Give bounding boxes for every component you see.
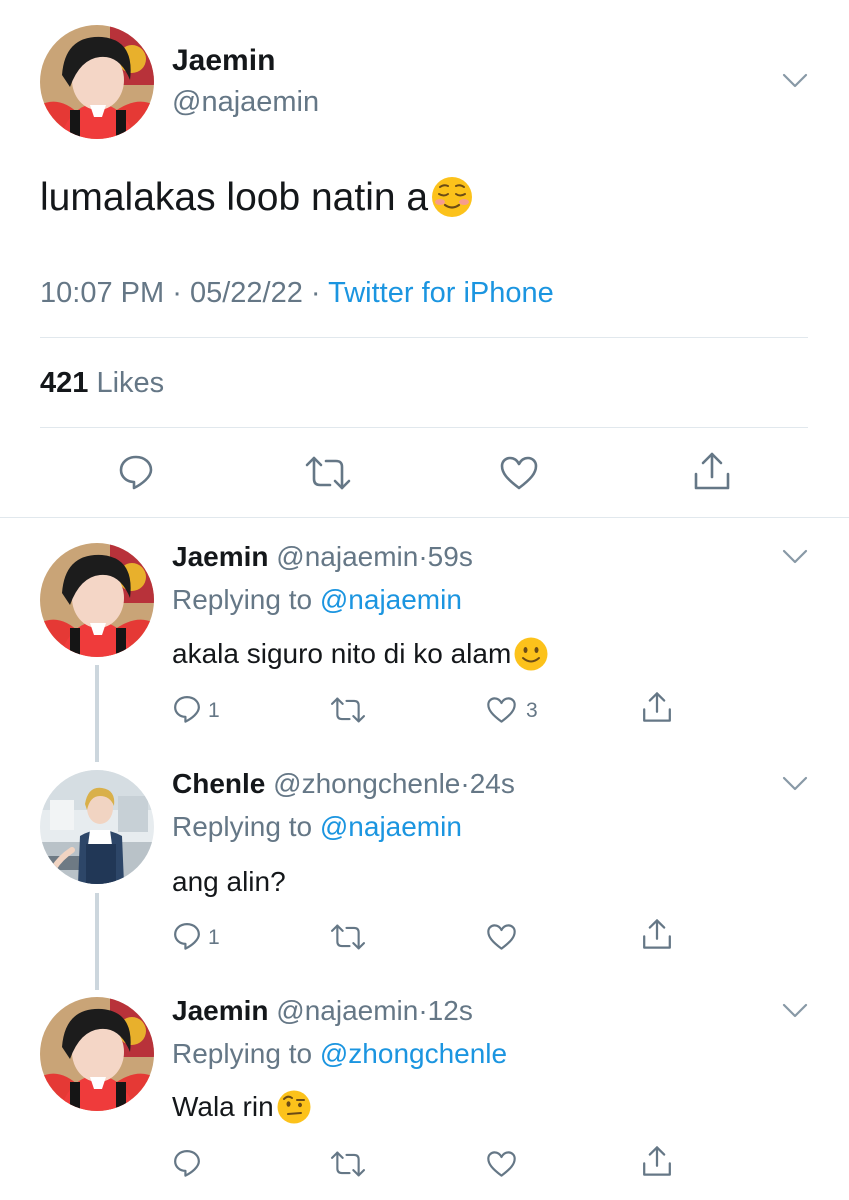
reply-header: Chenle @zhongchenle·24s <box>172 768 515 800</box>
divider <box>40 337 808 338</box>
likes-count: 421 <box>40 367 89 399</box>
likes-summary[interactable]: 421 Likes <box>40 367 164 400</box>
chevron-down-icon[interactable] <box>782 1003 808 1019</box>
divider <box>40 427 808 428</box>
replying-to-handle[interactable]: @zhongchenle <box>320 1038 507 1069</box>
replying-to: Replying to @najaemin <box>172 584 462 616</box>
meta-separator: · <box>310 277 321 309</box>
reply-text: akala siguro nito di ko alam <box>172 637 549 672</box>
meta-separator: · <box>460 768 470 799</box>
reply-age: 12s <box>427 995 473 1026</box>
meta-separator: · <box>172 277 182 309</box>
reply-author-avatar[interactable] <box>40 997 154 1111</box>
reply-icon[interactable] <box>172 921 202 951</box>
reply-age: 59s <box>427 541 473 572</box>
reply-text-body: ang alin? <box>172 866 286 897</box>
share-icon[interactable] <box>641 1144 673 1178</box>
reply-header: Jaemin @najaemin·12s <box>172 995 473 1027</box>
reply-author-handle[interactable]: @najaemin <box>276 995 418 1026</box>
reply-author-name[interactable]: Chenle <box>172 768 265 799</box>
reply-icon[interactable] <box>172 1148 202 1178</box>
tweet-source-link[interactable]: Twitter for iPhone <box>328 277 554 309</box>
retweet-icon[interactable] <box>329 923 367 951</box>
chevron-down-icon[interactable] <box>782 776 808 792</box>
thread-line <box>95 893 99 990</box>
retweet-icon[interactable] <box>329 1150 367 1178</box>
like-heart-icon[interactable] <box>486 923 517 951</box>
tweet-time: 10:07 PM <box>40 277 165 309</box>
retweet-icon[interactable] <box>303 455 353 491</box>
reply-count: 1 <box>208 699 220 722</box>
replying-to-label: Replying to <box>172 1038 320 1069</box>
reply-author-handle[interactable]: @najaemin <box>276 541 418 572</box>
replying-to: Replying to @najaemin <box>172 811 462 843</box>
tweet-date: 05/22/22 <box>189 277 303 309</box>
reply-age: 24s <box>469 768 515 799</box>
share-icon[interactable] <box>641 917 673 951</box>
like-count: 3 <box>526 699 538 722</box>
like-heart-icon[interactable] <box>486 696 517 724</box>
reply-author-handle[interactable]: @zhongchenle <box>273 768 460 799</box>
relieved-face-emoji-icon <box>432 176 473 217</box>
divider <box>0 517 849 518</box>
replying-to: Replying to @zhongchenle <box>172 1038 507 1070</box>
main-tweet-meta: 10:07 PM · 05/22/22 · Twitter for iPhone <box>40 277 554 310</box>
main-tweet-text: lumalakas loob natin a <box>40 176 474 220</box>
reply-text-body: akala siguro nito di ko alam <box>172 638 512 669</box>
face-with-raised-eyebrow-emoji-icon <box>277 1090 311 1124</box>
reply-text: Wala rin <box>172 1090 312 1125</box>
reply-header: Jaemin @najaemin·59s <box>172 541 473 573</box>
meta-separator: · <box>418 995 428 1026</box>
reply-icon[interactable] <box>117 453 155 491</box>
likes-label: Likes <box>96 367 165 399</box>
share-icon[interactable] <box>692 450 732 492</box>
main-author-handle[interactable]: @najaemin <box>172 86 319 119</box>
replying-to-label: Replying to <box>172 584 320 615</box>
share-icon[interactable] <box>641 690 673 724</box>
reply-count: 1 <box>208 926 220 949</box>
reply-author-avatar[interactable] <box>40 770 154 884</box>
reply-author-avatar[interactable] <box>40 543 154 657</box>
reply-icon[interactable] <box>172 694 202 724</box>
replying-to-handle[interactable]: @najaemin <box>320 584 462 615</box>
reply-text-body: Wala rin <box>172 1091 274 1122</box>
like-heart-icon[interactable] <box>499 455 539 491</box>
chevron-down-icon[interactable] <box>782 73 808 89</box>
replying-to-handle[interactable]: @najaemin <box>320 811 462 842</box>
reply-author-name[interactable]: Jaemin <box>172 541 269 572</box>
main-tweet-text-body: lumalakas loob natin a <box>40 176 429 219</box>
thread-line <box>95 665 99 762</box>
replying-to-label: Replying to <box>172 811 320 842</box>
slightly-smiling-face-emoji-icon <box>514 637 548 671</box>
main-author-avatar[interactable] <box>40 25 154 139</box>
meta-separator: · <box>418 541 428 572</box>
like-heart-icon[interactable] <box>486 1150 517 1178</box>
reply-text: ang alin? <box>172 866 286 898</box>
reply-author-name[interactable]: Jaemin <box>172 995 269 1026</box>
chevron-down-icon[interactable] <box>782 549 808 565</box>
main-author-name[interactable]: Jaemin <box>172 44 275 78</box>
retweet-icon[interactable] <box>329 696 367 724</box>
